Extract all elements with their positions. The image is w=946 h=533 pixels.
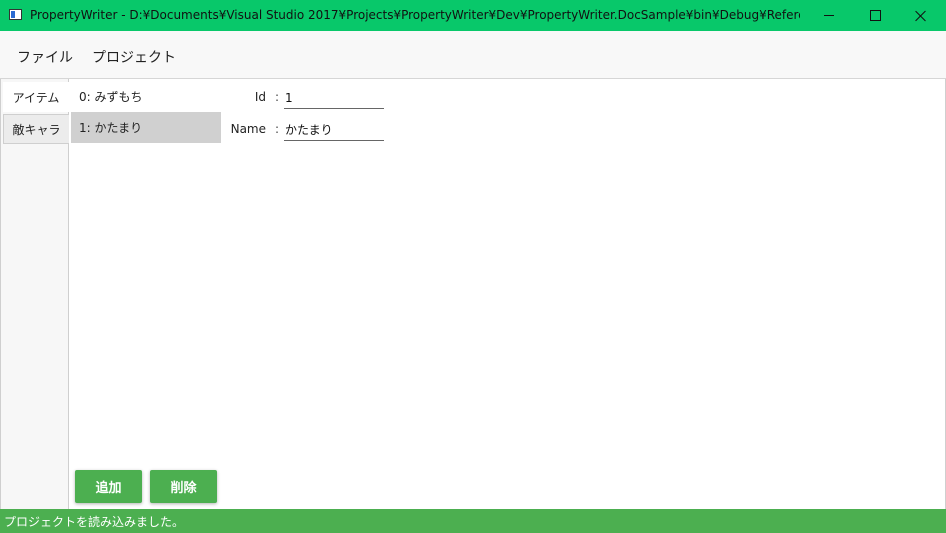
close-button[interactable] (898, 0, 944, 31)
name-label: Name (230, 122, 266, 136)
add-button[interactable]: 追加 (75, 470, 142, 503)
window-title: PropertyWriter - D:¥Documents¥Visual Stu… (30, 8, 800, 22)
maximize-button[interactable] (852, 0, 898, 31)
menu-bar: ファイル プロジェクト (0, 31, 946, 79)
close-icon (915, 10, 927, 22)
minimize-button[interactable] (806, 0, 852, 31)
tab-items[interactable]: アイテム (3, 82, 69, 112)
name-colon: : (275, 122, 280, 136)
app-icon (9, 9, 22, 20)
maximize-icon (869, 10, 881, 21)
delete-button[interactable]: 削除 (150, 470, 217, 503)
status-text: プロジェクトを読み込みました。 (4, 514, 185, 529)
list-item[interactable]: 0: みずもち (71, 81, 221, 112)
status-bar: プロジェクトを読み込みました。 (0, 509, 946, 533)
menu-file[interactable]: ファイル (17, 47, 73, 67)
menu-project[interactable]: プロジェクト (92, 47, 176, 67)
name-field[interactable] (284, 119, 384, 141)
tab-strip: アイテム 敵キャラ (1, 79, 69, 509)
tab-enemies[interactable]: 敵キャラ (3, 114, 69, 144)
id-label: Id (254, 90, 266, 104)
title-bar: PropertyWriter - D:¥Documents¥Visual Stu… (0, 0, 946, 31)
id-field[interactable] (284, 87, 384, 109)
id-colon: : (275, 90, 280, 104)
main-content: アイテム 敵キャラ 0: みずもち 1: かたまり Id : Name : 追加… (0, 79, 946, 509)
minimize-icon (824, 15, 834, 16)
entity-list: 0: みずもち 1: かたまり (71, 81, 221, 143)
list-item-selected[interactable]: 1: かたまり (71, 112, 221, 143)
